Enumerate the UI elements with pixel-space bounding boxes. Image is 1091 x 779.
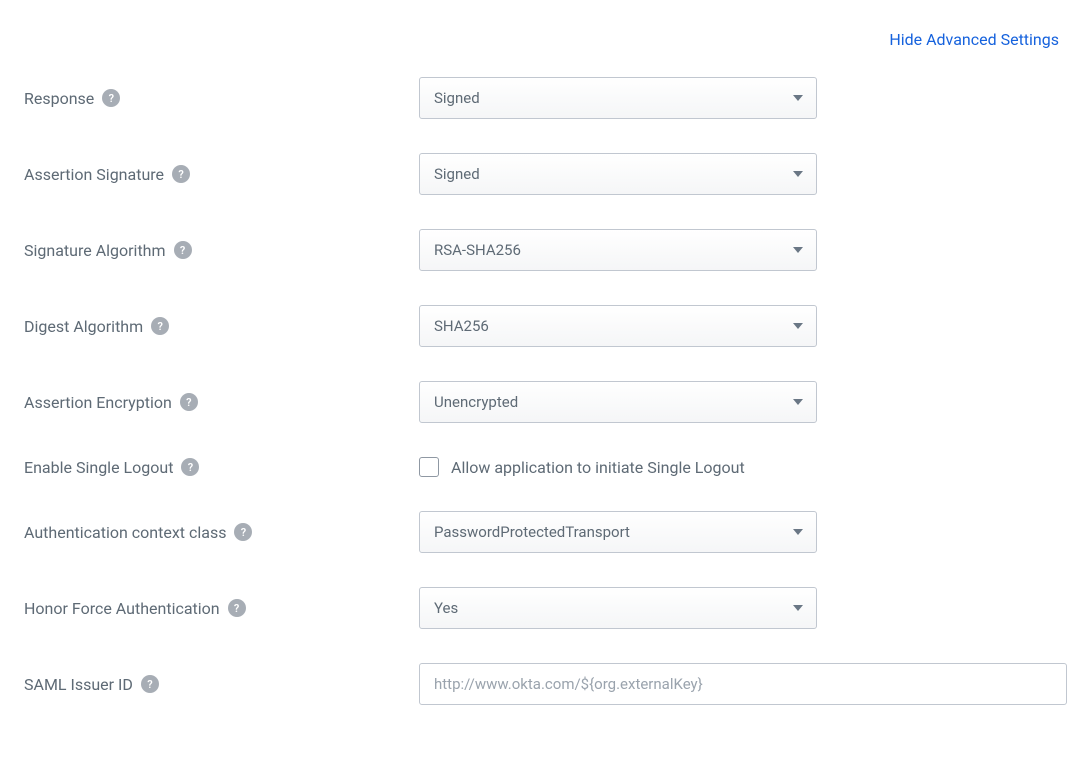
enable-single-logout-checkbox-label[interactable]: Allow application to initiate Single Log…: [451, 458, 745, 477]
help-icon[interactable]: ?: [151, 317, 169, 335]
help-icon[interactable]: ?: [141, 675, 159, 693]
saml-issuer-id-input[interactable]: [419, 663, 1067, 705]
assertion-signature-select-value: Signed: [434, 165, 480, 183]
assertion-signature-select[interactable]: Signed: [419, 153, 817, 195]
assertion-encryption-select-value: Unencrypted: [434, 393, 518, 411]
enable-single-logout-row: Enable Single Logout ? Allow application…: [24, 457, 1067, 477]
honor-force-authentication-select-value: Yes: [434, 599, 458, 617]
hide-advanced-settings-link[interactable]: Hide Advanced Settings: [889, 30, 1059, 49]
enable-single-logout-checkbox[interactable]: [419, 457, 439, 477]
assertion-encryption-label: Assertion Encryption: [24, 393, 172, 412]
digest-algorithm-select[interactable]: SHA256: [419, 305, 817, 347]
assertion-signature-label: Assertion Signature: [24, 165, 164, 184]
digest-algorithm-row: Digest Algorithm ? SHA256: [24, 305, 1067, 347]
honor-force-authentication-row: Honor Force Authentication ? Yes: [24, 587, 1067, 629]
signature-algorithm-select-value: RSA-SHA256: [434, 241, 521, 259]
authentication-context-class-row: Authentication context class ? PasswordP…: [24, 511, 1067, 553]
help-icon[interactable]: ?: [181, 458, 199, 476]
help-icon[interactable]: ?: [172, 165, 190, 183]
response-label: Response: [24, 89, 94, 108]
honor-force-authentication-label: Honor Force Authentication: [24, 599, 220, 618]
help-icon[interactable]: ?: [174, 241, 192, 259]
digest-algorithm-select-value: SHA256: [434, 317, 489, 335]
response-select[interactable]: Signed: [419, 77, 817, 119]
assertion-encryption-row: Assertion Encryption ? Unencrypted: [24, 381, 1067, 423]
enable-single-logout-label: Enable Single Logout: [24, 458, 173, 477]
authentication-context-class-select[interactable]: PasswordProtectedTransport: [419, 511, 817, 553]
signature-algorithm-select[interactable]: RSA-SHA256: [419, 229, 817, 271]
saml-issuer-id-label: SAML Issuer ID: [24, 675, 133, 694]
assertion-encryption-select[interactable]: Unencrypted: [419, 381, 817, 423]
assertion-signature-row: Assertion Signature ? Signed: [24, 153, 1067, 195]
help-icon[interactable]: ?: [234, 523, 252, 541]
authentication-context-class-label: Authentication context class: [24, 523, 226, 542]
response-row: Response ? Signed: [24, 77, 1067, 119]
signature-algorithm-label: Signature Algorithm: [24, 241, 166, 260]
saml-issuer-id-row: SAML Issuer ID ?: [24, 663, 1067, 705]
honor-force-authentication-select[interactable]: Yes: [419, 587, 817, 629]
signature-algorithm-row: Signature Algorithm ? RSA-SHA256: [24, 229, 1067, 271]
help-icon[interactable]: ?: [228, 599, 246, 617]
help-icon[interactable]: ?: [180, 393, 198, 411]
digest-algorithm-label: Digest Algorithm: [24, 317, 143, 336]
response-select-value: Signed: [434, 89, 480, 107]
authentication-context-class-select-value: PasswordProtectedTransport: [434, 523, 630, 541]
help-icon[interactable]: ?: [102, 89, 120, 107]
